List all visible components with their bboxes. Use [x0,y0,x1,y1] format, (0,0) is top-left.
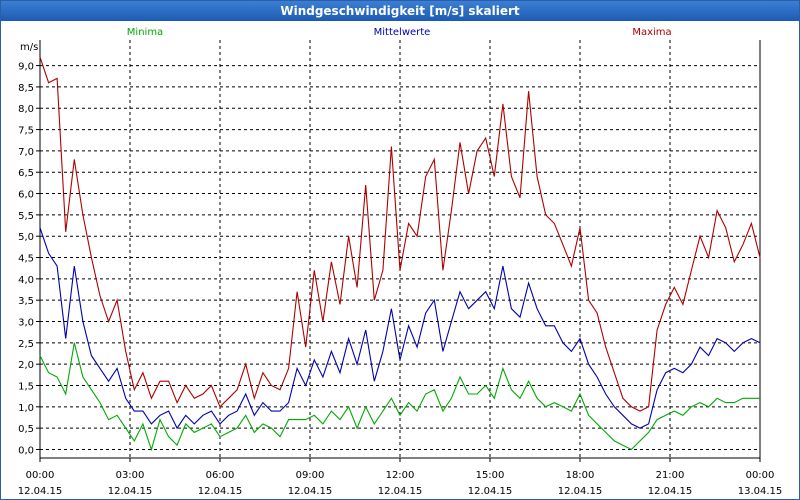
x-tick-time: 18:00 [566,470,595,481]
x-tick-date: 12.04.15 [468,486,513,497]
y-tick-label: 4,0 [18,275,34,286]
y-tick-label: 1,0 [18,403,34,414]
y-tick-label: 0,0 [18,445,34,456]
y-tick-label: 9,0 [18,62,34,73]
x-tick-date: 12.04.15 [198,486,243,497]
x-tick-date: 13.04.15 [738,486,783,497]
x-tick-time: 09:00 [296,470,325,481]
legend-mittelwerte: Mittelwerte [374,27,431,38]
x-tick-time: 06:00 [206,470,235,481]
y-tick-label: 6,5 [18,168,34,179]
x-tick-date: 12.04.15 [288,486,333,497]
y-axis-label: m/s [20,42,38,53]
x-tick-time: 00:00 [26,470,55,481]
x-tick-date: 12.04.15 [648,486,693,497]
legend-minima: Minima [127,27,163,38]
x-tick-time: 15:00 [476,470,505,481]
y-tick-label: 0,5 [18,424,34,435]
y-tick-label: 8,5 [18,83,34,94]
x-tick-date: 12.04.15 [108,486,153,497]
x-tick-time: 12:00 [386,470,415,481]
y-tick-label: 2,5 [18,339,34,350]
wind-speed-chart: 0,0 0,5 1,0 1,5 2,0 2,5 3,0 3,5 4,0 4,5 5,0 5,5 6,0 6… [18,27,783,497]
y-tick-label: 3,5 [18,296,34,307]
y-tick-label: 4,5 [18,254,34,265]
y-tick-label: 6,0 [18,190,34,201]
legend-maxima: Maxima [632,27,671,38]
x-tick-date: 12.04.15 [378,486,423,497]
x-tick-time: 21:00 [656,470,685,481]
y-tick-label: 1,5 [18,381,34,392]
y-tick-label: 3,0 [18,318,34,329]
y-tick-label: 8,0 [18,104,34,115]
x-tick-time: 00:00 [746,470,775,481]
x-tick-date: 12.04.15 [558,486,603,497]
y-tick-label: 7,5 [18,126,34,137]
y-tick-label: 2,0 [18,360,34,371]
y-tick-label: 5,5 [18,211,34,222]
y-tick-label: 7,0 [18,147,34,158]
x-tick-time: 03:00 [116,470,145,481]
x-tick-date: 12.04.15 [18,486,63,497]
y-tick-label: 5,0 [18,232,34,243]
